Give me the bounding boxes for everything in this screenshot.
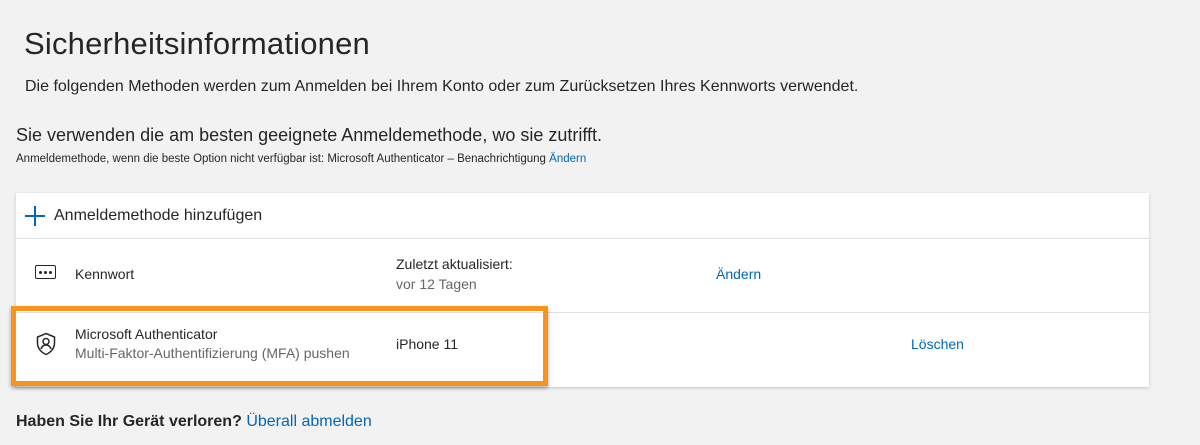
- method-name: Kennwort: [75, 266, 135, 282]
- page-title: Sicherheitsinformationen: [24, 26, 370, 61]
- change-default-method-link[interactable]: Ändern: [549, 153, 586, 165]
- default-method-line: Anmeldemethode, wenn die beste Option ni…: [16, 153, 586, 165]
- method-row-authenticator: Microsoft Authenticator Multi-Faktor-Aut…: [16, 313, 1149, 387]
- sign-out-everywhere-link[interactable]: Überall abmelden: [246, 413, 371, 430]
- delete-method-link[interactable]: Löschen: [911, 336, 964, 352]
- lost-device-question: Haben Sie Ihr Gerät verloren?: [16, 413, 242, 430]
- method-row-password: Kennwort Zuletzt aktualisiert: vor 12 Ta…: [16, 239, 1149, 313]
- security-info-page: Sicherheitsinformationen Die folgenden M…: [0, 0, 1200, 445]
- default-method-text: Anmeldemethode, wenn die beste Option ni…: [16, 153, 546, 165]
- method-detail-value: vor 12 Tagen: [396, 276, 477, 292]
- page-description: Die folgenden Methoden werden zum Anmeld…: [25, 78, 859, 95]
- method-detail-label: Zuletzt aktualisiert:: [396, 256, 513, 272]
- method-subtitle: Multi-Faktor-Authentifizierung (MFA) pus…: [75, 345, 350, 361]
- password-dots-icon: [35, 265, 56, 279]
- add-method-button[interactable]: Anmeldemethode hinzufügen: [16, 193, 1149, 239]
- authenticator-icon: [36, 332, 56, 356]
- change-password-link[interactable]: Ändern: [716, 266, 761, 282]
- plus-icon: [24, 205, 46, 227]
- method-name: Microsoft Authenticator: [75, 326, 218, 342]
- lost-device-line: Haben Sie Ihr Gerät verloren? Überall ab…: [16, 413, 372, 431]
- methods-card: Anmeldemethode hinzufügen Kennwort Zulet…: [16, 193, 1149, 387]
- method-device: iPhone 11: [396, 336, 459, 352]
- default-method-heading: Sie verwenden die am besten geeignete An…: [16, 125, 603, 145]
- add-method-label: Anmeldemethode hinzufügen: [54, 206, 263, 224]
